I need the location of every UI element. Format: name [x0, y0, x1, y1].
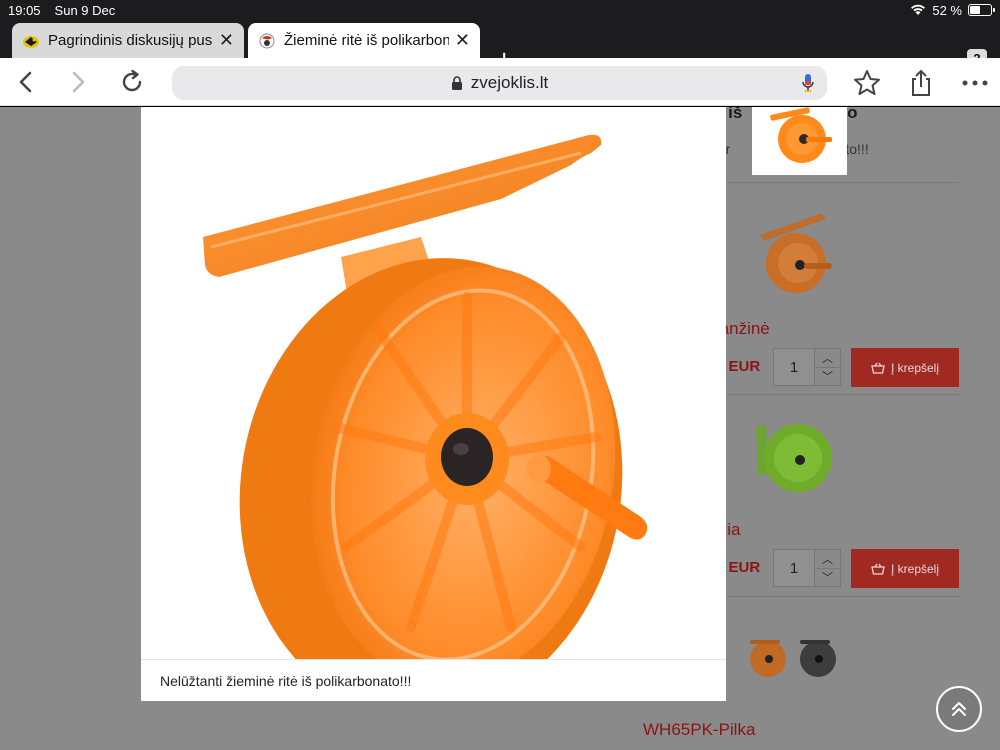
address-bar[interactable]: zvejoklis.lt [172, 66, 827, 100]
tab-forum-title: Pagrindinis diskusijų puslap [48, 32, 213, 49]
back-icon[interactable] [12, 68, 40, 96]
status-time: 19:05 [8, 2, 41, 18]
quantity-input[interactable]: 1 [774, 349, 814, 385]
tab-strip: Pagrindinis diskusijų puslap ✕ Žieminė r… [0, 20, 1000, 74]
product-image-pair[interactable] [744, 632, 844, 687]
chevron-up-icon[interactable]: ︿ [815, 349, 840, 367]
divider [727, 182, 959, 183]
tab-forum[interactable]: Pagrindinis diskusijų puslap ✕ [12, 23, 244, 58]
wifi-icon [911, 4, 926, 15]
forum-favicon-icon [23, 35, 39, 48]
scroll-to-top-button[interactable] [936, 686, 982, 732]
add-to-cart-button[interactable]: Į krepšelį [851, 549, 959, 588]
product-image-orange[interactable] [752, 207, 842, 297]
web-page: ė iš ato ė r onato!!! ranžinė 0 EUR 1 ︿ … [0, 107, 1000, 750]
tab-product-title: Žieminė ritė iš polikarbonat [284, 32, 449, 49]
battery-percent: 52 % [932, 2, 962, 18]
lightbox-image[interactable] [141, 107, 726, 716]
basket-icon [871, 362, 885, 374]
bookmark-star-icon[interactable] [852, 68, 882, 98]
chevron-down-icon[interactable]: ﹀ [815, 567, 840, 587]
share-icon[interactable] [906, 68, 936, 98]
url-text: zvejoklis.lt [470, 73, 549, 92]
divider [727, 596, 959, 597]
add-to-cart-label: Į krepšelį [890, 360, 940, 375]
reel-image [760, 213, 832, 293]
reel-image [750, 640, 836, 677]
reel-image [203, 134, 648, 716]
reel-image [770, 107, 832, 163]
product-image-green[interactable] [752, 412, 842, 502]
image-lightbox: Nelūžtanti žieminė ritė iš polikarbonato… [141, 107, 726, 716]
status-bar: 19:05 Sun 9 Dec 52 % [0, 0, 1000, 20]
chevron-up-icon[interactable]: ︿ [815, 550, 840, 568]
reel-image [756, 424, 832, 492]
more-icon[interactable] [960, 68, 990, 98]
close-icon[interactable]: ✕ [455, 30, 470, 51]
close-icon[interactable]: ✕ [219, 30, 234, 51]
basket-icon [871, 563, 885, 575]
forward-icon[interactable] [64, 68, 92, 96]
chevron-down-icon[interactable]: ﹀ [815, 366, 840, 386]
quantity-input[interactable]: 1 [774, 550, 814, 586]
quantity-stepper[interactable]: 1 ︿ ﹀ [773, 549, 841, 587]
lightbox-caption: Nelūžtanti žieminė ritė iš polikarbonato… [141, 659, 726, 701]
microphone-icon[interactable] [801, 73, 815, 93]
reload-icon[interactable] [118, 68, 146, 96]
status-date: Sun 9 Dec [54, 2, 116, 18]
battery-level [970, 6, 981, 14]
browser-toolbar: zvejoklis.lt [0, 58, 1000, 106]
quantity-stepper[interactable]: 1 ︿ ﹀ [773, 348, 841, 386]
double-chevron-up-icon [952, 702, 966, 716]
product-name-grey[interactable]: WH65PK-Pilka [643, 720, 755, 740]
add-to-cart-label: Į krepšelį [890, 561, 940, 576]
lock-icon [451, 76, 462, 90]
product-thumbnail[interactable] [752, 107, 847, 175]
battery-icon [968, 4, 995, 16]
tab-product[interactable]: Žieminė ritė iš polikarbonat ✕ [248, 23, 480, 58]
add-to-cart-button[interactable]: Į krepšelį [851, 348, 959, 387]
site-favicon-icon [259, 33, 275, 48]
divider [727, 394, 959, 395]
